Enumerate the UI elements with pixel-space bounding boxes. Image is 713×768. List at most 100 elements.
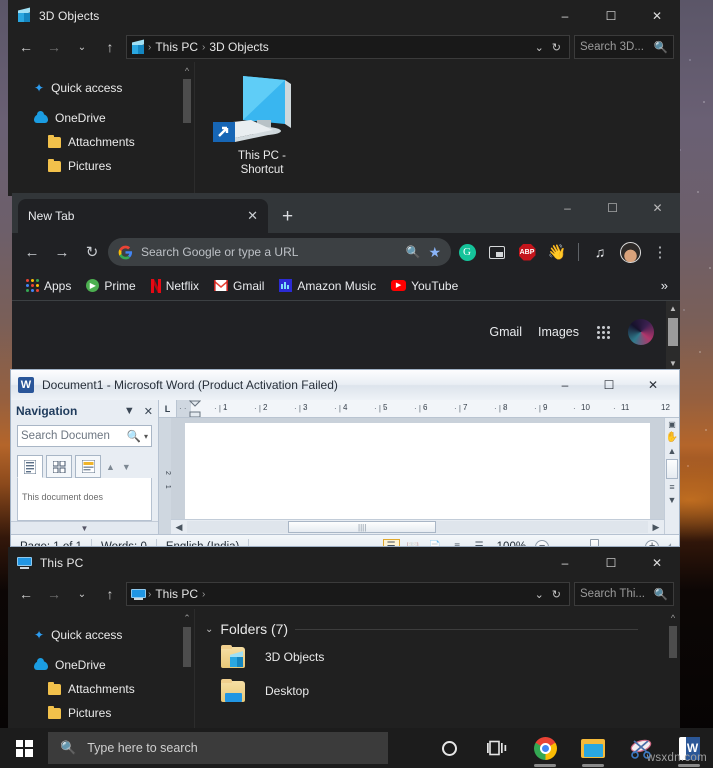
scroll-thumb[interactable] — [668, 318, 678, 346]
bookmark-amazon-music[interactable]: Amazon Music — [273, 276, 382, 296]
navigation-pane[interactable]: ✦ Quick access OneDrive Attachments Pict… — [8, 62, 194, 196]
titlebar-word[interactable]: W Document1 - Microsoft Word (Product Ac… — [11, 370, 679, 400]
taskbar[interactable]: 🔍 Type here to search — [0, 728, 713, 768]
ntp-link-gmail[interactable]: Gmail — [489, 325, 522, 339]
window-explorer-this-pc[interactable]: This PC – ☐ ✕ ← → ⌄ ↑ › This PC › ⌄ ↻ Se… — [8, 547, 680, 728]
window-word[interactable]: W Document1 - Microsoft Word (Product Ac… — [10, 369, 680, 547]
minimize-button[interactable]: – — [545, 193, 590, 223]
scroll-thumb[interactable] — [183, 627, 191, 667]
close-button[interactable]: ✕ — [634, 0, 680, 32]
bookmark-gmail[interactable]: Gmail — [208, 276, 270, 296]
navigation-results-list[interactable]: This document does — [17, 478, 152, 521]
three-dot-menu-icon[interactable]: ⋮ — [646, 238, 674, 266]
file-item-3d-objects[interactable]: 3D Objects — [195, 637, 680, 669]
tree-item-attachments[interactable]: Attachments — [8, 130, 194, 154]
vscroll-up-arrow[interactable]: ▲ — [668, 446, 677, 456]
back-button[interactable]: ← — [14, 582, 38, 606]
caption-buttons[interactable]: – ☐ ✕ — [543, 374, 679, 396]
maximize-button[interactable]: ☐ — [588, 0, 634, 32]
tab-stop-selector[interactable]: L — [159, 400, 177, 417]
hscroll-right-arrow[interactable]: ▶ — [650, 522, 662, 533]
maximize-button[interactable]: ☐ — [588, 547, 634, 579]
bookmark-prime[interactable]: ▶ Prime — [80, 276, 141, 296]
chevron-down-icon[interactable]: ⌄ — [205, 624, 213, 635]
file-list-pane[interactable]: ⌄ Folders (7) 3D Objects — [194, 609, 680, 728]
media-control-icon[interactable]: ♫ — [586, 238, 614, 266]
horizontal-scrollbar[interactable]: ◀ |||| ▶ — [171, 519, 664, 534]
window-chrome[interactable]: New Tab ✕ + – ☐ ✕ ← → ↻ Search Google or… — [12, 193, 680, 373]
ruler-row[interactable]: L · · 1 · | · 2 · | · 3 · | · 4 · | · 5 — [159, 400, 679, 418]
profile-avatar-icon[interactable] — [616, 238, 644, 266]
forward-button[interactable]: → — [42, 582, 66, 606]
breadcrumb-this-pc[interactable]: This PC — [155, 587, 198, 601]
scroll-up-arrow[interactable]: ^ — [182, 66, 192, 76]
task-view-icon[interactable] — [473, 728, 521, 768]
ntp-link-images[interactable]: Images — [538, 325, 579, 339]
navigation-dropdown-icon[interactable]: ▼ — [124, 405, 135, 418]
nav-pane-scrollbar[interactable]: ⌃ — [182, 613, 192, 728]
chrome-taskbar-icon[interactable] — [521, 728, 569, 768]
close-button[interactable]: ✕ — [634, 547, 680, 579]
chrome-bookmarks-bar[interactable]: Apps ▶ Prime Netflix Gmail — [12, 271, 680, 301]
adblock-plus-icon[interactable]: ABP — [513, 238, 541, 266]
search-box[interactable]: Search 3D... 🔍 — [574, 35, 674, 59]
zoom-in-button[interactable]: + — [645, 540, 659, 548]
navigation-close-icon[interactable]: ✕ — [144, 405, 153, 418]
maximize-button[interactable]: ☐ — [587, 374, 631, 396]
navigation-tabs[interactable]: ▲ ▼ — [17, 455, 152, 478]
tree-item-pictures[interactable]: Pictures — [8, 154, 194, 178]
back-button[interactable]: ← — [18, 238, 46, 266]
chrome-toolbar[interactable]: ← → ↻ Search Google or type a URL 🔍 ★ G … — [12, 233, 680, 271]
cortana-circle-icon[interactable] — [425, 728, 473, 768]
file-list-pane[interactable]: This PC - Shortcut — [194, 62, 680, 196]
page-scrollbar[interactable]: ▲ ▼ — [666, 301, 680, 371]
bookmark-youtube[interactable]: ▶ YouTube — [385, 276, 464, 296]
recent-locations-button[interactable]: ⌄ — [70, 35, 94, 59]
view-web-layout-button[interactable]: 📄 — [427, 539, 444, 548]
view-print-layout-button[interactable]: ☰ — [383, 539, 400, 548]
previous-result-button[interactable]: ▲ — [104, 462, 117, 472]
view-outline-button[interactable]: ≡ — [449, 539, 466, 548]
up-button[interactable]: ↑ — [98, 35, 122, 59]
status-page[interactable]: Page: 1 of 1 — [11, 539, 92, 548]
tree-item-attachments[interactable]: Attachments — [8, 677, 194, 701]
chrome-new-tab-page[interactable]: Gmail Images ▲ ▼ — [12, 301, 680, 371]
nav-pane-scrollbar[interactable]: ^ — [182, 66, 192, 196]
hscroll-thumb[interactable]: |||| — [288, 521, 436, 533]
search-dropdown-icon[interactable]: ▾ — [144, 432, 148, 441]
vscroll-down-arrow[interactable]: ▼ — [668, 495, 677, 505]
address-dropdown-icon[interactable]: ⌄ — [535, 41, 544, 54]
explorer-toolbar[interactable]: ← → ⌄ ↑ › This PC › ⌄ ↻ Search Thi... 🔍 — [8, 579, 680, 609]
pages-tab[interactable] — [46, 455, 72, 478]
tab-close-icon[interactable]: ✕ — [247, 208, 258, 224]
up-button[interactable]: ↑ — [98, 582, 122, 606]
navigation-pane[interactable]: Navigation ▼ ✕ Search Documen 🔍 ▾ — [11, 400, 159, 534]
new-tab-button[interactable]: + — [282, 207, 293, 226]
next-result-button[interactable]: ▼ — [120, 462, 133, 472]
scroll-up-arrow[interactable]: ^ — [668, 613, 678, 623]
minimize-button[interactable]: – — [542, 547, 588, 579]
scroll-thumb[interactable] — [669, 626, 677, 658]
vscroll-thumb[interactable] — [666, 459, 678, 479]
tree-item-onedrive[interactable]: OneDrive — [8, 106, 194, 130]
picture-in-picture-icon[interactable] — [483, 238, 511, 266]
browse-object-icon[interactable]: ≡ — [669, 482, 674, 492]
navigation-pane-footer[interactable]: ▼ — [11, 521, 158, 534]
search-box[interactable]: Search Thi... 🔍 — [574, 582, 674, 606]
wave-hand-icon[interactable]: 👋 — [543, 238, 571, 266]
breadcrumb-3d-objects[interactable]: 3D Objects — [209, 40, 268, 54]
magnifier-icon[interactable]: 🔍 — [127, 429, 141, 443]
refresh-icon[interactable]: ↻ — [552, 41, 561, 54]
vertical-scrollbar[interactable]: ▣ ✋ ▲ ≡ ▼ — [664, 418, 679, 534]
omnibox-search-icon[interactable]: 🔍 — [405, 245, 420, 259]
select-browse-object-icon[interactable]: ▣ — [668, 420, 676, 429]
forward-button[interactable]: → — [48, 238, 76, 266]
navigation-pane[interactable]: ✦ Quick access OneDrive Attachments Pict… — [8, 609, 194, 728]
caption-buttons[interactable]: – ☐ ✕ — [542, 547, 680, 579]
titlebar-this-pc[interactable]: This PC – ☐ ✕ — [8, 547, 680, 579]
hscroll-track[interactable]: |||| — [187, 521, 648, 533]
document-page[interactable] — [185, 423, 650, 519]
navigation-search-input[interactable]: Search Documen 🔍 ▾ — [17, 425, 152, 447]
document-area[interactable]: L · · 1 · | · 2 · | · 3 · | · 4 · | · 5 — [159, 400, 679, 534]
bookmark-apps[interactable]: Apps — [20, 276, 77, 296]
